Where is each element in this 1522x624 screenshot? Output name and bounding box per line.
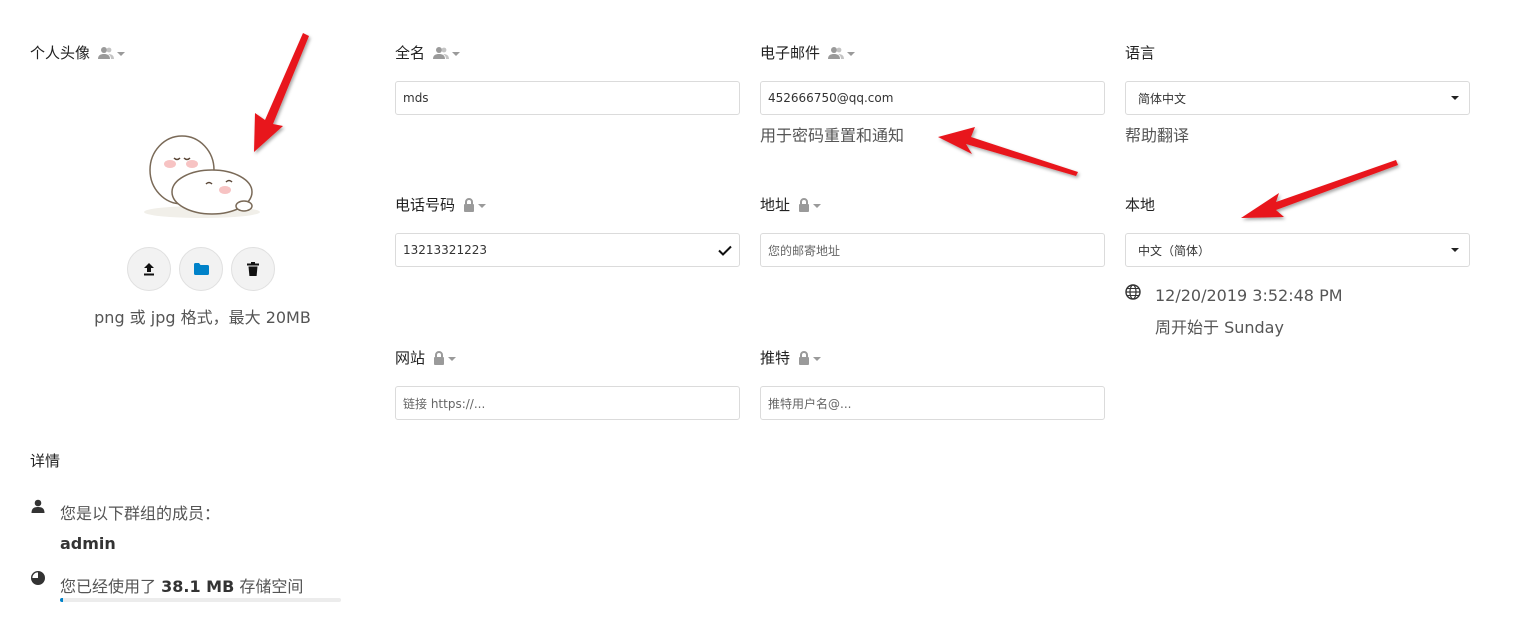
locale-datetime: 12/20/2019 3:52:48 PM <box>1155 286 1343 305</box>
chevron-down-icon <box>847 51 856 56</box>
email-input[interactable]: 452666750@qq.com <box>760 81 1105 115</box>
user-icon <box>31 499 45 513</box>
globe-icon <box>1125 284 1141 300</box>
contacts-icon <box>433 46 450 59</box>
locale-label-row: 本地 <box>1125 194 1155 215</box>
twitter-label: 推特 <box>760 349 791 367</box>
usage-amount: 38.1 MB <box>161 577 235 596</box>
lock-icon <box>799 197 810 212</box>
language-selected-value: 简体中文 <box>1138 91 1187 106</box>
storage-progress-bar <box>60 598 341 602</box>
lock-icon <box>434 350 445 365</box>
annotation-arrow-locale <box>1241 160 1398 218</box>
upload-icon <box>144 263 154 276</box>
details-heading: 详情 <box>30 452 61 470</box>
phone-input[interactable]: 13213321223 <box>395 233 740 267</box>
fullname-input[interactable]: mds <box>395 81 740 115</box>
help-translate-link[interactable]: 帮助翻译 <box>1125 122 1189 146</box>
locale-selected-value: 中文（简体） <box>1138 243 1211 258</box>
groups-membership-text: 您是以下群组的成员： <box>60 504 221 523</box>
folder-icon <box>193 263 209 275</box>
chevron-down-icon <box>478 203 487 208</box>
quota-pie-icon <box>31 571 45 585</box>
email-label-row: 电子邮件 <box>760 42 856 63</box>
website-label: 网站 <box>395 349 426 367</box>
locale-week-start: 周开始于 Sunday <box>1155 318 1284 337</box>
fullname-label-row: 全名 <box>395 42 461 63</box>
chevron-down-icon <box>1451 96 1459 100</box>
chevron-down-icon <box>813 356 822 361</box>
avatar-label-row: 个人头像 <box>30 42 126 63</box>
group-name: admin <box>60 534 116 553</box>
contacts-icon <box>828 46 845 59</box>
chevron-down-icon <box>448 356 457 361</box>
email-label: 电子邮件 <box>760 44 821 62</box>
contacts-icon <box>98 46 115 59</box>
address-scope-toggle[interactable] <box>798 197 822 212</box>
chevron-down-icon <box>1451 248 1459 252</box>
chevron-down-icon <box>813 203 822 208</box>
phone-value: 13213321223 <box>403 243 487 257</box>
storage-usage-text: 您已经使用了 38.1 MB 存储空间 <box>60 573 303 597</box>
avatar-actions <box>127 247 275 291</box>
avatar-label: 个人头像 <box>30 44 91 62</box>
lock-icon <box>799 350 810 365</box>
twitter-label-row: 推特 <box>760 347 822 368</box>
language-select[interactable]: 简体中文 <box>1125 81 1470 115</box>
twitter-input[interactable]: 推特用户名@... <box>760 386 1105 420</box>
language-label-row: 语言 <box>1125 42 1155 63</box>
email-hint: 用于密码重置和通知 <box>760 126 905 145</box>
remove-avatar-button[interactable] <box>231 247 275 291</box>
twitter-scope-toggle[interactable] <box>798 350 822 365</box>
lock-icon <box>464 197 475 212</box>
address-input[interactable]: 您的邮寄地址 <box>760 233 1105 267</box>
website-label-row: 网站 <box>395 347 457 368</box>
phone-label-row: 电话号码 <box>395 194 487 215</box>
annotation-arrow-email <box>938 127 1078 176</box>
address-label: 地址 <box>760 196 791 214</box>
locale-select[interactable]: 中文（简体） <box>1125 233 1470 267</box>
fullname-label: 全名 <box>395 44 426 62</box>
fullname-scope-toggle[interactable] <box>433 46 461 60</box>
website-scope-toggle[interactable] <box>433 350 457 365</box>
language-label: 语言 <box>1125 44 1156 62</box>
phone-label: 电话号码 <box>395 196 456 214</box>
avatar-format-hint: png 或 jpg 格式，最大 20MB <box>94 308 311 327</box>
email-scope-toggle[interactable] <box>828 46 856 60</box>
usage-suffix: 存储空间 <box>239 577 304 596</box>
avatar-scope-toggle[interactable] <box>98 46 126 60</box>
avatar-image[interactable] <box>140 120 265 220</box>
address-label-row: 地址 <box>760 194 822 215</box>
upload-avatar-button[interactable] <box>127 247 171 291</box>
checkmark-icon <box>718 245 732 256</box>
trash-icon <box>247 262 259 276</box>
choose-avatar-from-files-button[interactable] <box>179 247 223 291</box>
website-input[interactable]: 链接 https://... <box>395 386 740 420</box>
chevron-down-icon <box>452 51 461 56</box>
phone-scope-toggle[interactable] <box>463 197 487 212</box>
locale-label: 本地 <box>1125 196 1156 214</box>
usage-prefix: 您已经使用了 <box>60 577 157 596</box>
storage-progress-fill <box>60 598 63 602</box>
chevron-down-icon <box>117 51 126 56</box>
